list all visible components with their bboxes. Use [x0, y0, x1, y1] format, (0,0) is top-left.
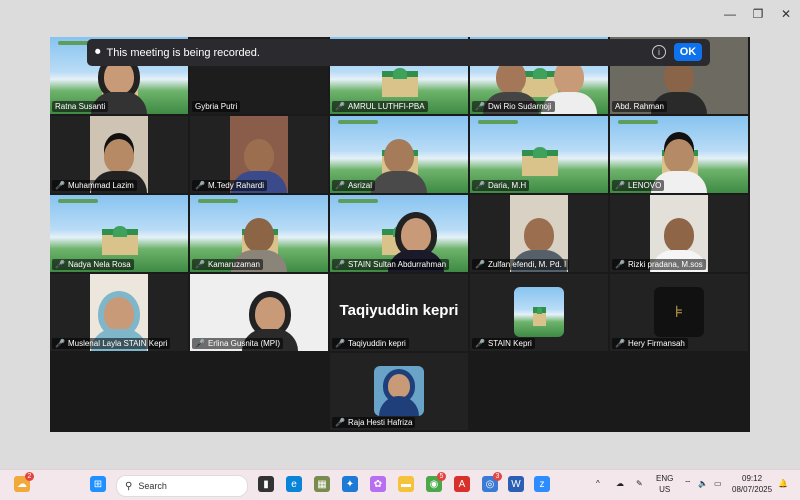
muted-mic-icon: 🎤 — [615, 181, 625, 190]
participant-tile[interactable]: 🎤 Daria, M.H — [470, 116, 608, 193]
participant-name: STAIN Kepri — [487, 339, 532, 348]
participant-name: Hery Firmansah — [627, 339, 685, 348]
participant-name: Erlina Gusnita (MPI) — [207, 339, 280, 348]
participant-tile[interactable]: 🎤 Rizki pradana, M.sos — [610, 195, 748, 272]
participant-display-name: Taqiyuddin kepri — [339, 302, 459, 319]
recording-banner: ⏺ This meeting is being recorded. i OK — [87, 39, 710, 66]
start-icon[interactable]: ⊞ — [90, 476, 106, 492]
battery-icon[interactable]: ▭ — [714, 478, 722, 489]
clock[interactable]: 09:12 08/07/2025 — [732, 473, 772, 495]
word-icon[interactable]: W — [508, 476, 524, 492]
participant-name: Rizki pradana, M.sos — [627, 260, 703, 269]
volume-icon[interactable]: 🔈 — [698, 478, 708, 489]
participant-tile[interactable]: ⊧ 🎤 Hery Firmansah — [610, 274, 748, 351]
participant-name: M.Tedy Rahardi — [207, 181, 264, 190]
info-icon[interactable]: i — [652, 45, 666, 59]
twitter-icon[interactable]: ✦ — [342, 476, 358, 492]
muted-mic-icon: 🎤 — [335, 102, 345, 111]
participant-name: Abd. Rahman — [615, 102, 664, 111]
muted-mic-icon: 🎤 — [615, 260, 625, 269]
participant-name: Dwi Rio Sudarnoji — [487, 102, 552, 111]
zoom-app-icon[interactable]: ◎ 3 — [482, 472, 502, 492]
participant-name: Asrizal — [347, 181, 372, 190]
participant-tile[interactable]: 🎤 STAIN Sultan Abdurrahman — [330, 195, 468, 272]
muted-mic-icon: 🎤 — [335, 339, 345, 348]
participant-name: Muhammad Lazim — [67, 181, 134, 190]
muted-mic-icon: 🎤 — [335, 418, 345, 427]
muted-mic-icon: 🎤 — [335, 181, 345, 190]
search-box[interactable]: ⚲ Search — [116, 475, 248, 497]
muted-mic-icon: 🎤 — [195, 260, 205, 269]
participant-tile[interactable]: 🎤 Nadya Nela Rosa — [50, 195, 188, 272]
participant-name: Ratna Susanti — [55, 102, 106, 111]
participant-name: Raja Hesti Hafriza — [347, 418, 413, 427]
participant-name: LENOVO — [627, 181, 662, 190]
search-icon: ⚲ — [125, 480, 133, 492]
search-placeholder: Search — [138, 481, 167, 491]
video-gallery: Ratna Susanti Gybria Putri 🎤 AMRUL LUTHFI… — [50, 37, 750, 432]
muted-mic-icon: 🎤 — [195, 181, 205, 190]
participant-tile[interactable]: 🎤 M.Tedy Rahardi — [190, 116, 328, 193]
weather-icon[interactable]: ☁ 2 — [14, 472, 34, 492]
language-indicator[interactable]: ENG US — [656, 473, 673, 495]
muted-mic-icon: 🎤 — [475, 102, 485, 111]
participant-tile[interactable]: 🎤 Asrizal — [330, 116, 468, 193]
muted-mic-icon: 🎤 — [335, 260, 345, 269]
restore-button[interactable]: ❐ — [744, 6, 772, 22]
muted-mic-icon: 🎤 — [475, 339, 485, 348]
participant-tile[interactable]: Taqiyuddin kepri 🎤 Taqiyuddin kepri — [330, 274, 468, 351]
muted-mic-icon: 🎤 — [615, 339, 625, 348]
zoom-icon[interactable]: z — [534, 476, 550, 492]
window-controls: — ❐ ✕ — [716, 6, 800, 22]
muted-mic-icon: 🎤 — [475, 260, 485, 269]
participant-tile[interactable]: 🎤 LENOVO — [610, 116, 748, 193]
participant-name: Kamaruzaman — [207, 260, 260, 269]
taskbar: ☁ 2 ⊞ ⚲ Search ▮ e ▦ ✦ ✿ ▬ ◉ 5 A ◎ 3 W z ^ … — [0, 469, 800, 500]
pen-icon[interactable]: ✎ — [636, 478, 643, 489]
muted-mic-icon: 🎤 — [55, 260, 65, 269]
participant-name: Taqiyuddin kepri — [347, 339, 406, 348]
participant-tile[interactable]: 🎤 Kamaruzaman — [190, 195, 328, 272]
app-icon[interactable]: ▦ — [314, 476, 330, 492]
close-button[interactable]: ✕ — [772, 6, 800, 22]
participant-name: AMRUL LUTHFI-PBA — [347, 102, 425, 111]
participant-tile[interactable]: 🎤 Muhammad Lazim — [50, 116, 188, 193]
participant-tile[interactable]: 🎤 STAIN Kepri — [470, 274, 608, 351]
participant-tile[interactable]: 🎤 Raja Hesti Hafriza — [330, 353, 468, 430]
avatar: ⊧ — [654, 287, 704, 337]
cloud-icon[interactable]: ☁ — [616, 478, 624, 489]
notification-icon[interactable]: 🔔 — [778, 478, 788, 489]
chrome-icon[interactable]: ◉ 5 — [426, 472, 446, 492]
muted-mic-icon: 🎤 — [55, 339, 65, 348]
file-explorer-icon[interactable]: ▬ — [398, 476, 414, 492]
participant-tile[interactable]: 🎤 Erlina Gusnita (MPI) — [190, 274, 328, 351]
participant-tile[interactable]: 🎤 Muslenal Layla STAIN Kepri — [50, 274, 188, 351]
recording-message: This meeting is being recorded. — [106, 46, 260, 59]
copilot-icon[interactable]: ✿ — [370, 476, 386, 492]
minimize-button[interactable]: — — [716, 6, 744, 22]
muted-mic-icon: 🎤 — [475, 181, 485, 190]
wifi-icon[interactable]: ⌔ — [684, 478, 692, 489]
task-view-icon[interactable]: ▮ — [258, 476, 274, 492]
record-icon: ⏺ — [95, 46, 101, 58]
participant-name: Muslenal Layla STAIN Kepri — [67, 339, 168, 348]
muted-mic-icon: 🎤 — [195, 339, 205, 348]
pdf-icon[interactable]: A — [454, 476, 470, 492]
avatar — [514, 287, 564, 337]
edge-icon[interactable]: e — [286, 476, 302, 492]
ok-button[interactable]: OK — [674, 43, 702, 61]
participant-name: STAIN Sultan Abdurrahman — [347, 260, 447, 269]
avatar — [374, 366, 424, 416]
participant-name: Zulfan efendi, M. Pd. I — [487, 260, 567, 269]
participant-name: Gybria Putri — [195, 102, 238, 111]
participant-name: Nadya Nela Rosa — [67, 260, 131, 269]
muted-mic-icon: 🎤 — [55, 181, 65, 190]
participant-tile[interactable]: 🎤 Zulfan efendi, M. Pd. I — [470, 195, 608, 272]
chevron-up-icon[interactable]: ^ — [596, 478, 600, 489]
participant-name: Daria, M.H — [487, 181, 527, 190]
